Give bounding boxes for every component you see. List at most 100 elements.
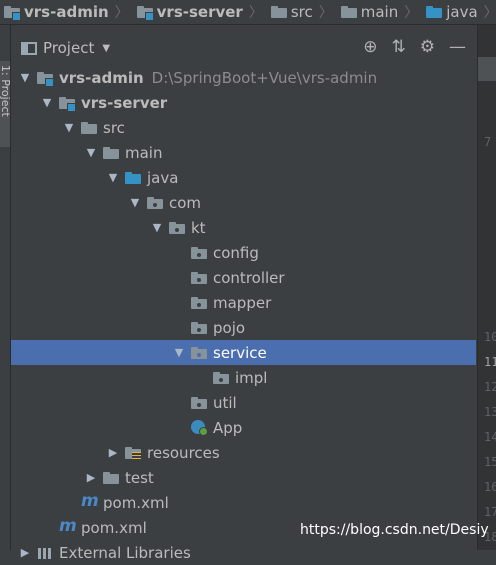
folder-icon xyxy=(103,146,120,160)
navigation-breadcrumb: vrs-admin 〉 vrs-server 〉 src 〉 main 〉 ja… xyxy=(0,0,496,25)
line-number: 15 xyxy=(484,455,496,469)
line-number: 10 xyxy=(484,330,496,344)
tree-item-test[interactable]: ▶ test xyxy=(11,465,476,490)
tree-item-label: pom.xml xyxy=(103,493,169,512)
tree-item-config[interactable]: config xyxy=(11,240,476,265)
package-icon xyxy=(191,271,208,285)
watermark-text: https://blog.csdn.net/Desiy xyxy=(300,522,489,538)
source-folder-icon xyxy=(426,5,443,19)
collapsed-arrow-icon[interactable]: ▶ xyxy=(85,471,97,484)
breadcrumb-label: src xyxy=(290,3,313,21)
expanded-arrow-icon[interactable]: ▼ xyxy=(41,96,53,109)
source-folder-icon xyxy=(125,171,142,185)
tree-item-external-libraries[interactable]: ▶ External Libraries xyxy=(11,540,476,565)
maven-icon: m xyxy=(81,490,99,511)
view-selector-dropdown-icon[interactable]: ▼ xyxy=(102,43,110,54)
resources-folder-icon xyxy=(125,446,142,460)
tree-item-controller[interactable]: controller xyxy=(11,265,476,290)
breadcrumb-java[interactable]: java xyxy=(426,3,478,21)
module-folder-icon xyxy=(59,96,76,112)
library-icon xyxy=(37,546,54,560)
tree-item-label: main xyxy=(125,143,163,162)
tree-item-vrs-admin[interactable]: ▼ vrs-admin D:\SpringBoot+Vue\vrs-admin xyxy=(11,65,476,90)
tree-item-label: kt xyxy=(191,218,206,237)
package-icon xyxy=(191,246,208,260)
expanded-arrow-icon[interactable]: ▼ xyxy=(19,71,31,84)
line-number: 7 xyxy=(484,135,492,149)
package-icon xyxy=(191,346,208,360)
tree-item-pom-server[interactable]: m pom.xml xyxy=(11,490,476,515)
tree-item-label: External Libraries xyxy=(59,543,191,562)
expanded-arrow-icon[interactable]: ▼ xyxy=(151,221,163,234)
chevron-right-icon: 〉 xyxy=(114,5,129,21)
expanded-arrow-icon[interactable]: ▼ xyxy=(129,196,141,209)
tree-item-label: impl xyxy=(235,368,268,387)
tree-item-service[interactable]: ▼ service xyxy=(11,340,476,365)
tree-item-path: D:\SpringBoot+Vue\vrs-admin xyxy=(151,68,378,87)
project-panel-icon xyxy=(21,41,37,55)
tree-item-label: vrs-server xyxy=(81,93,168,112)
tree-item-impl[interactable]: impl xyxy=(11,365,476,390)
breadcrumb-src[interactable]: src xyxy=(270,3,313,21)
maven-icon: m xyxy=(59,515,77,536)
package-icon xyxy=(147,196,164,210)
project-panel-header: Project ▼ ⊕ ⇅ ⚙ — xyxy=(11,34,476,62)
chevron-right-icon: 〉 xyxy=(248,5,263,21)
line-number: 17 xyxy=(484,505,496,519)
breadcrumb-label: java xyxy=(446,3,478,21)
expanded-arrow-icon[interactable]: ▼ xyxy=(63,121,75,134)
tree-item-kt[interactable]: ▼ kt xyxy=(11,215,476,240)
folder-icon xyxy=(81,121,98,135)
tree-item-com[interactable]: ▼ com xyxy=(11,190,476,215)
tree-item-label: config xyxy=(213,243,259,262)
line-number: 16 xyxy=(484,480,496,494)
chevron-right-icon: 〉 xyxy=(404,5,419,21)
tree-item-resources[interactable]: ▶ resources xyxy=(11,440,476,465)
breadcrumb-vrs-admin[interactable]: vrs-admin xyxy=(2,3,109,21)
tree-item-util[interactable]: util xyxy=(11,390,476,415)
locate-target-icon[interactable]: ⊕ xyxy=(363,38,377,56)
collapsed-arrow-icon[interactable]: ▶ xyxy=(107,446,119,459)
package-icon xyxy=(213,371,230,385)
tree-item-label: App xyxy=(213,418,243,437)
tree-item-label: pojo xyxy=(213,318,246,337)
package-icon xyxy=(169,221,186,235)
chevron-right-icon: 〉 xyxy=(318,5,333,21)
tree-item-label: test xyxy=(125,468,154,487)
tree-item-vrs-server[interactable]: ▼ vrs-server xyxy=(11,90,476,115)
line-number: 11 xyxy=(484,355,496,369)
package-icon xyxy=(191,396,208,410)
project-tool-tab[interactable]: 1: Project xyxy=(0,61,12,147)
tree-item-label: service xyxy=(213,343,267,362)
hide-panel-icon[interactable]: — xyxy=(449,38,466,56)
tree-item-src[interactable]: ▼ src xyxy=(11,115,476,140)
breadcrumb-vrs-server[interactable]: vrs-server xyxy=(136,3,243,21)
module-folder-icon xyxy=(4,5,21,21)
line-number: 13 xyxy=(484,405,496,419)
tree-item-label: vrs-admin xyxy=(59,68,144,87)
tree-item-pojo[interactable]: pojo xyxy=(11,315,476,340)
expanded-arrow-icon[interactable]: ▼ xyxy=(173,346,185,359)
chevron-right-icon: 〉 xyxy=(484,2,496,22)
project-panel-title: Project xyxy=(43,39,95,57)
collapse-all-icon[interactable]: ⇅ xyxy=(392,38,406,56)
line-number: 12 xyxy=(484,380,496,394)
tree-item-main[interactable]: ▼ main xyxy=(11,140,476,165)
tree-item-java[interactable]: ▼ java xyxy=(11,165,476,190)
folder-icon xyxy=(270,5,287,19)
expanded-arrow-icon[interactable]: ▼ xyxy=(107,171,119,184)
left-tool-strip: 1: Project xyxy=(0,25,12,550)
tree-item-label: pom.xml xyxy=(81,518,147,537)
tree-item-mapper[interactable]: mapper xyxy=(11,290,476,315)
tree-item-app[interactable]: App xyxy=(11,415,476,440)
tree-item-label: resources xyxy=(147,443,220,462)
tree-item-label: src xyxy=(103,118,125,137)
tree-item-label: java xyxy=(147,168,179,187)
editor-tab-stub[interactable] xyxy=(478,57,496,81)
breadcrumb-main[interactable]: main xyxy=(340,3,398,21)
package-icon xyxy=(191,296,208,310)
collapsed-arrow-icon[interactable]: ▶ xyxy=(19,546,31,559)
settings-gear-icon[interactable]: ⚙ xyxy=(420,38,435,56)
module-folder-icon xyxy=(136,5,154,21)
expanded-arrow-icon[interactable]: ▼ xyxy=(85,146,97,159)
